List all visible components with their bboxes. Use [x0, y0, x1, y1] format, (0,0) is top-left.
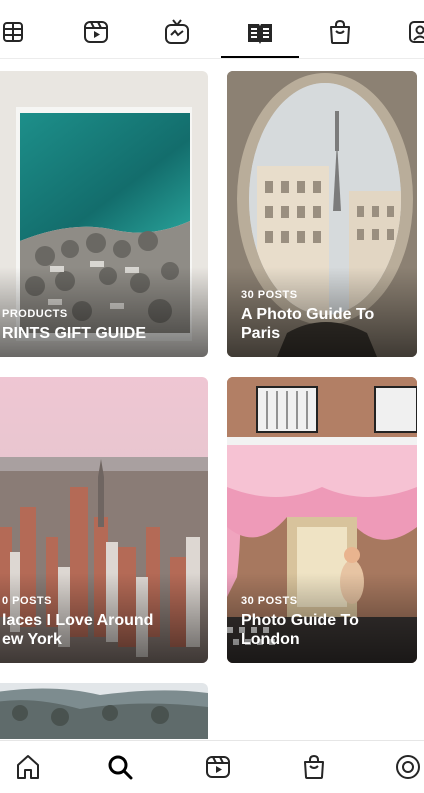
- profile-icon: [396, 755, 420, 779]
- tagged-tab[interactable]: [400, 12, 424, 52]
- nav-home[interactable]: [12, 751, 44, 783]
- guide-post-count: 30 POSTS: [241, 289, 298, 301]
- guide-card-london[interactable]: 30 POSTS Photo Guide To London: [227, 377, 417, 663]
- guide-meta: 0 POSTS laces I Love Around ew York: [2, 595, 172, 649]
- tagged-icon: [409, 21, 424, 43]
- nav-profile[interactable]: [392, 751, 424, 783]
- nav-shop[interactable]: [298, 751, 330, 783]
- shopping-bag-icon: [304, 754, 324, 779]
- nav-search[interactable]: [104, 751, 136, 783]
- guide-card-prints[interactable]: PRODUCTS RINTS GIFT GUIDE: [0, 71, 208, 357]
- guide-meta: 30 POSTS A Photo Guide To Paris: [241, 289, 391, 343]
- reels-tab[interactable]: [76, 12, 116, 52]
- shopping-bag-icon: [330, 19, 350, 44]
- guide-title: A Photo Guide To Paris: [241, 306, 375, 342]
- guide-meta: PRODUCTS RINTS GIFT GUIDE: [2, 308, 146, 343]
- guide-post-count: 0 POSTS: [2, 595, 52, 607]
- guides-tab[interactable]: [240, 12, 280, 52]
- guide-card-partial[interactable]: [0, 683, 208, 739]
- home-icon: [17, 755, 39, 779]
- guide-meta: 30 POSTS Photo Guide To London: [241, 595, 391, 649]
- grid-tab[interactable]: [0, 12, 34, 52]
- guide-title: RINTS GIFT GUIDE: [2, 325, 146, 342]
- tv-icon: [165, 19, 189, 44]
- reels-icon: [84, 21, 108, 43]
- guide-card-new-york[interactable]: 0 POSTS laces I Love Around ew York: [0, 377, 208, 663]
- guide-book-icon: [248, 24, 272, 44]
- guide-title: Photo Guide To London: [241, 612, 359, 648]
- guide-title: laces I Love Around ew York: [2, 612, 154, 648]
- reels-icon: [206, 756, 230, 778]
- guides-grid: PRODUCTS RINTS GIFT GUIDE 30 POSTS A Pho…: [0, 59, 424, 739]
- bottom-navigation: [0, 740, 424, 793]
- list-icon: [3, 22, 23, 42]
- guide-post-count: PRODUCTS: [2, 308, 68, 320]
- guide-card-paris[interactable]: 30 POSTS A Photo Guide To Paris: [227, 71, 417, 357]
- igtv-tab[interactable]: [157, 12, 197, 52]
- guide-cover-image: [0, 683, 208, 739]
- profile-tab-bar: [0, 0, 424, 58]
- nav-reels[interactable]: [202, 751, 234, 783]
- shop-tab[interactable]: [320, 12, 360, 52]
- guide-post-count: 30 POSTS: [241, 595, 298, 607]
- search-icon: [108, 755, 133, 780]
